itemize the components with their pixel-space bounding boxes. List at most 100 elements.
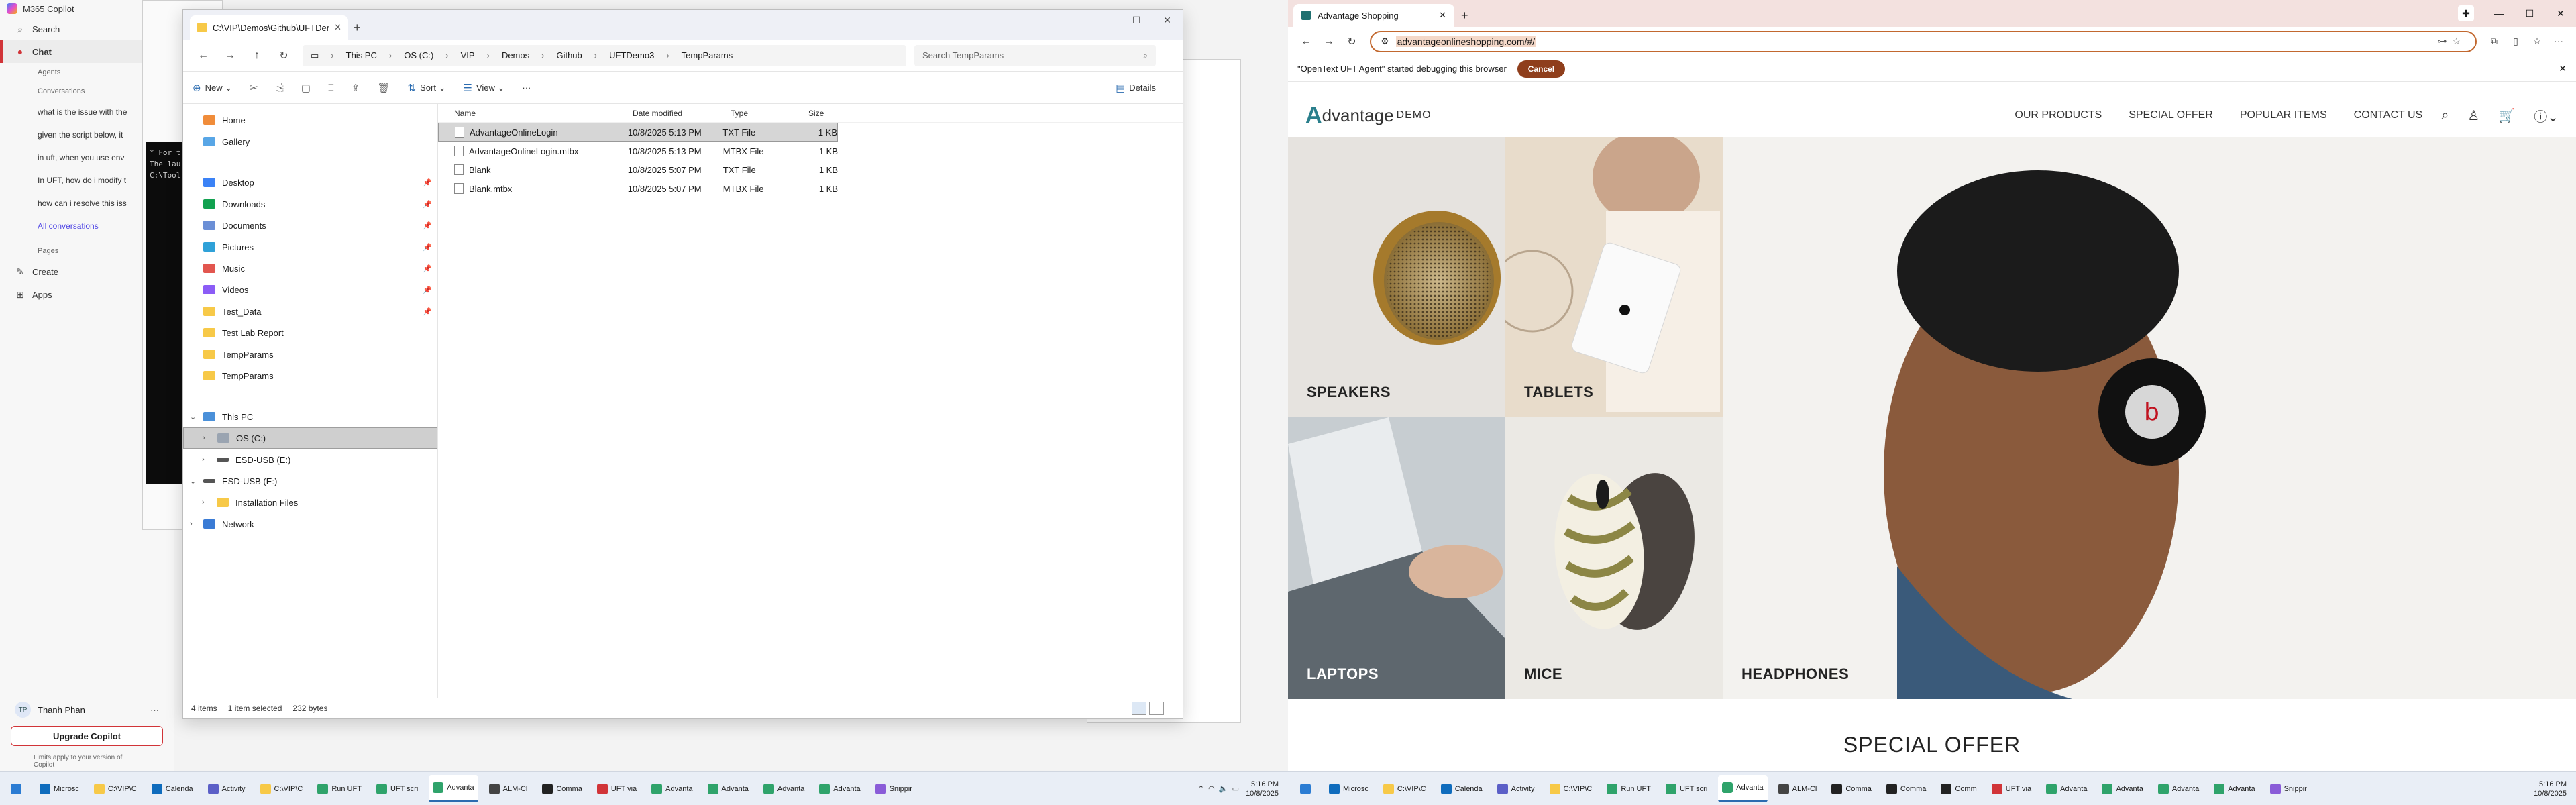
- nav-test-data[interactable]: Test_Data 📌: [183, 301, 437, 322]
- taskbar-app[interactable]: UFT scri: [372, 775, 422, 802]
- more-icon[interactable]: ···: [150, 705, 159, 715]
- taskbar-app[interactable]: ALM-Cl: [485, 775, 532, 802]
- category-speakers[interactable]: SPEAKERS: [1288, 137, 1505, 417]
- chevron-down-icon[interactable]: ⌄: [190, 413, 196, 421]
- rename-icon[interactable]: ⌶: [328, 82, 334, 93]
- address-bar[interactable]: ⚙ advantageonlineshopping.com/#/ ⊶☆: [1370, 30, 2477, 52]
- back-icon[interactable]: ←: [190, 50, 217, 62]
- extensions-icon[interactable]: ⧉: [2483, 36, 2505, 47]
- taskbar-app[interactable]: Comma: [1882, 775, 1931, 802]
- menu-special-offer[interactable]: SPECIAL OFFER: [2129, 109, 2213, 121]
- taskbar-app[interactable]: Advanta: [2042, 775, 2091, 802]
- site-info-icon[interactable]: ⚙: [1381, 36, 1389, 47]
- nav-os-drive[interactable]: › OS (C:): [183, 427, 437, 449]
- close-infobar-icon[interactable]: ✕: [2559, 63, 2567, 74]
- taskbar-app-active[interactable]: Advanta: [429, 775, 478, 802]
- pin-icon[interactable]: 📌: [423, 307, 432, 316]
- nav-esd-usb[interactable]: › ESD-USB (E:): [183, 449, 437, 470]
- delete-icon[interactable]: 🗑: [377, 82, 390, 94]
- nav-gallery[interactable]: Gallery: [183, 131, 437, 152]
- breadcrumb[interactable]: ▭ › This PC › OS (C:) › VIP › Demos › Gi…: [303, 44, 906, 66]
- maximize-icon[interactable]: ☐: [2514, 8, 2545, 19]
- details-button[interactable]: ▤ Details: [1116, 82, 1156, 94]
- view-button[interactable]: ☰ View ⌄: [463, 82, 504, 94]
- up-icon[interactable]: ↑: [244, 50, 270, 62]
- volume-icon[interactable]: 🔈: [1219, 784, 1228, 793]
- details-view-icon[interactable]: [1132, 702, 1146, 715]
- nav-network[interactable]: › Network: [183, 513, 437, 535]
- refresh-icon[interactable]: ↻: [270, 49, 297, 62]
- nav-tempparams[interactable]: TempParams: [183, 365, 437, 386]
- breadcrumb-item[interactable]: OS (C:): [404, 50, 433, 60]
- clock[interactable]: 5:16 PM 10/8/2025: [2534, 780, 2567, 798]
- nav-esd-usb-root[interactable]: ⌄ ESD-USB (E:): [183, 470, 437, 492]
- taskbar-app[interactable]: ALM-Cl: [1774, 775, 1821, 802]
- chevron-right-icon[interactable]: ›: [202, 498, 205, 506]
- new-tab-button[interactable]: +: [1461, 4, 1468, 27]
- forward-icon[interactable]: →: [217, 50, 244, 62]
- taskbar-app[interactable]: Comm: [1937, 775, 1980, 802]
- explorer-tab[interactable]: C:\VIP\Demos\Github\UFTDer ✕: [190, 15, 348, 40]
- browser-tab[interactable]: Advantage Shopping ✕: [1293, 4, 1454, 27]
- taskbar-app[interactable]: Advanta: [2098, 775, 2147, 802]
- nav-documents[interactable]: Documents 📌: [183, 215, 437, 236]
- menu-our-products[interactable]: OUR PRODUCTS: [2015, 109, 2102, 121]
- cart-icon[interactable]: 🛒: [2498, 107, 2515, 124]
- minimize-icon[interactable]: —: [1090, 10, 1121, 30]
- close-tab-icon[interactable]: ✕: [334, 22, 341, 33]
- nav-pictures[interactable]: Pictures 📌: [183, 236, 437, 258]
- breadcrumb-item[interactable]: Demos: [502, 50, 529, 60]
- breadcrumb-item[interactable]: TempParams: [682, 50, 733, 60]
- chevron-right-icon[interactable]: ›: [203, 434, 205, 442]
- column-size[interactable]: Size: [808, 109, 849, 118]
- taskbar-app[interactable]: Calenda: [1437, 775, 1487, 802]
- taskbar-app[interactable]: UFT via: [593, 775, 641, 802]
- pin-icon[interactable]: 📌: [423, 178, 432, 187]
- user-icon[interactable]: ♙: [2467, 107, 2479, 124]
- category-mice[interactable]: MICE: [1505, 417, 1723, 699]
- taskbar-app[interactable]: Advanta: [704, 775, 753, 802]
- close-icon[interactable]: ✕: [2545, 8, 2576, 19]
- close-icon[interactable]: ✕: [1152, 10, 1183, 30]
- search-icon[interactable]: ⌕: [2441, 108, 2449, 123]
- table-row[interactable]: AdvantageOnlineLogin 10/8/2025 5:13 PM T…: [438, 123, 838, 142]
- taskbar-app[interactable]: UFT scri: [1662, 775, 1711, 802]
- taskbar-app[interactable]: Activity: [1493, 775, 1539, 802]
- pin-icon[interactable]: 📌: [423, 264, 432, 273]
- taskbar-app[interactable]: C:\VIP\C: [1546, 775, 1597, 802]
- upgrade-copilot-button[interactable]: Upgrade Copilot: [11, 726, 163, 746]
- nav-tempparams[interactable]: TempParams: [183, 343, 437, 365]
- minimize-icon[interactable]: —: [2483, 8, 2514, 19]
- taskbar-app[interactable]: Microsc: [1325, 775, 1373, 802]
- nav-installation-files[interactable]: › Installation Files: [183, 492, 437, 513]
- chevron-down-icon[interactable]: ⌄: [190, 477, 196, 486]
- share-icon[interactable]: ⇪: [352, 82, 360, 94]
- nav-this-pc[interactable]: ⌄ This PC: [183, 406, 437, 427]
- pin-icon[interactable]: 📌: [423, 221, 432, 230]
- breadcrumb-item[interactable]: UFTDemo3: [609, 50, 654, 60]
- nav-home[interactable]: Home: [183, 109, 437, 131]
- site-logo-text[interactable]: dvantage: [1322, 105, 1394, 126]
- reload-icon[interactable]: ↻: [1340, 35, 1363, 48]
- close-tab-icon[interactable]: ✕: [1439, 10, 1446, 21]
- taskbar-app[interactable]: C:\VIP\C: [90, 775, 141, 802]
- taskbar-app[interactable]: Advanta: [759, 775, 808, 802]
- settings-more-icon[interactable]: ···: [2548, 36, 2569, 47]
- nav-music[interactable]: Music 📌: [183, 258, 437, 279]
- taskbar-app[interactable]: Advanta: [2210, 775, 2259, 802]
- taskbar-app[interactable]: C:\VIP\C: [1379, 775, 1430, 802]
- column-type[interactable]: Type: [731, 109, 808, 118]
- back-icon[interactable]: ←: [1295, 36, 1318, 48]
- sort-button[interactable]: ⇅ Sort ⌄: [408, 82, 446, 94]
- address-bar-actions-icon[interactable]: ⊶☆: [2437, 36, 2466, 47]
- paste-icon[interactable]: ▢: [301, 82, 311, 94]
- nav-test-lab-report[interactable]: Test Lab Report: [183, 322, 437, 343]
- taskbar-app[interactable]: Run UFT: [1603, 775, 1655, 802]
- breadcrumb-item[interactable]: Github: [556, 50, 582, 60]
- column-name[interactable]: Name: [454, 109, 633, 118]
- more-button[interactable]: ···: [522, 83, 531, 93]
- wifi-icon[interactable]: ◠: [1208, 784, 1215, 793]
- cut-icon[interactable]: ✂: [250, 82, 258, 94]
- forward-icon[interactable]: →: [1318, 36, 1340, 48]
- start-button[interactable]: [1296, 775, 1318, 802]
